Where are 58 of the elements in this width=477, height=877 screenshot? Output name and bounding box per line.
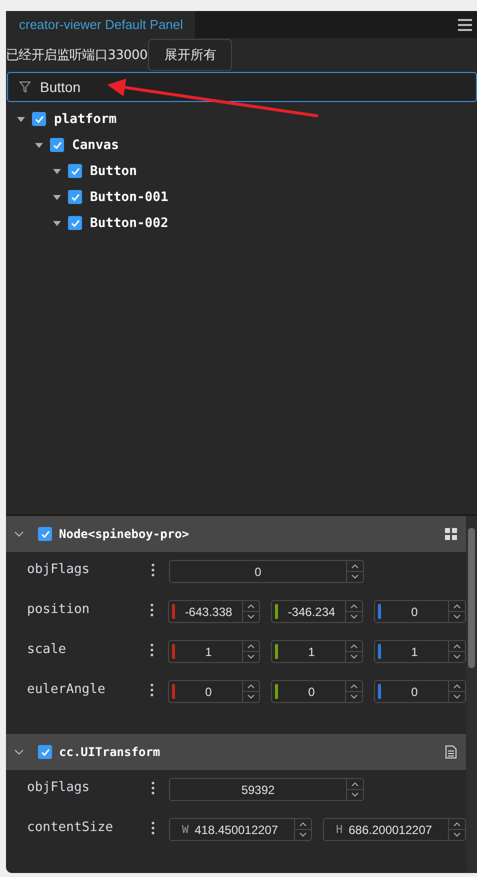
- property-name: eulerAngle: [27, 681, 106, 697]
- scrollbar[interactable]: [466, 516, 477, 873]
- number-field[interactable]: 0: [168, 680, 260, 703]
- component-header[interactable]: cc.UITransform: [6, 734, 466, 770]
- checkbox[interactable]: [68, 216, 82, 230]
- number-field[interactable]: 0: [374, 600, 466, 623]
- filter-field[interactable]: Button: [7, 72, 477, 102]
- expand-triangle-icon[interactable]: [16, 115, 26, 123]
- filter-icon: [19, 81, 31, 93]
- check-icon: [70, 166, 80, 176]
- number-field[interactable]: -346.234: [271, 600, 363, 623]
- check-icon: [70, 192, 80, 202]
- expand-triangle-icon[interactable]: [52, 193, 62, 201]
- check-icon: [52, 140, 62, 150]
- number-field[interactable]: 0: [374, 680, 466, 703]
- component-header[interactable]: Node<spineboy-pro>: [6, 516, 466, 552]
- check-icon: [70, 218, 80, 228]
- tree-node-label[interactable]: Button-002: [90, 216, 168, 230]
- number-field[interactable]: W 418.450012207: [169, 818, 312, 841]
- checkbox[interactable]: [68, 164, 82, 178]
- checkbox[interactable]: [38, 527, 52, 541]
- property-name: objFlags: [27, 779, 91, 795]
- chevron-icon[interactable]: [14, 748, 24, 756]
- number-field[interactable]: 0: [271, 680, 363, 703]
- number-field[interactable]: 59392: [169, 778, 364, 801]
- tree-node-label[interactable]: Button: [90, 164, 137, 178]
- property-name: scale: [27, 641, 68, 657]
- property-name: contentSize: [27, 819, 114, 835]
- chevron-icon[interactable]: [14, 530, 24, 538]
- number-field[interactable]: 1: [374, 640, 466, 663]
- check-icon: [40, 746, 50, 758]
- checkbox[interactable]: [68, 190, 82, 204]
- check-icon: [40, 528, 50, 540]
- property-name: objFlags: [27, 561, 91, 577]
- checkbox[interactable]: [38, 745, 52, 759]
- checkbox[interactable]: [32, 112, 46, 126]
- tree-node-label[interactable]: Canvas: [72, 138, 119, 152]
- property-name: position: [27, 601, 91, 617]
- tree-node-label[interactable]: platform: [54, 112, 117, 126]
- number-field[interactable]: -643.338: [168, 600, 260, 623]
- panel-tab[interactable]: creator-viewer Default Panel: [6, 11, 196, 38]
- expand-triangle-icon[interactable]: [52, 167, 62, 175]
- component-title: cc.UITransform: [59, 745, 162, 759]
- expand-triangle-icon[interactable]: [52, 219, 62, 227]
- checkbox[interactable]: [50, 138, 64, 152]
- tree-node-label[interactable]: Button-001: [90, 190, 168, 204]
- number-field[interactable]: 1: [271, 640, 363, 663]
- number-field[interactable]: 1: [168, 640, 260, 663]
- grid-icon[interactable]: [444, 527, 458, 541]
- expand-triangle-icon[interactable]: [34, 141, 44, 149]
- check-icon: [34, 114, 44, 124]
- expand-all-button[interactable]: 展开所有: [148, 38, 232, 70]
- document-icon[interactable]: [444, 745, 458, 759]
- number-field[interactable]: H 686.200012207: [323, 818, 466, 841]
- status-text: 已经开启监听端口33000: [6, 46, 148, 64]
- component-title: Node<spineboy-pro>: [59, 527, 190, 541]
- menu-icon[interactable]: [458, 19, 472, 31]
- number-field[interactable]: 0: [169, 560, 364, 583]
